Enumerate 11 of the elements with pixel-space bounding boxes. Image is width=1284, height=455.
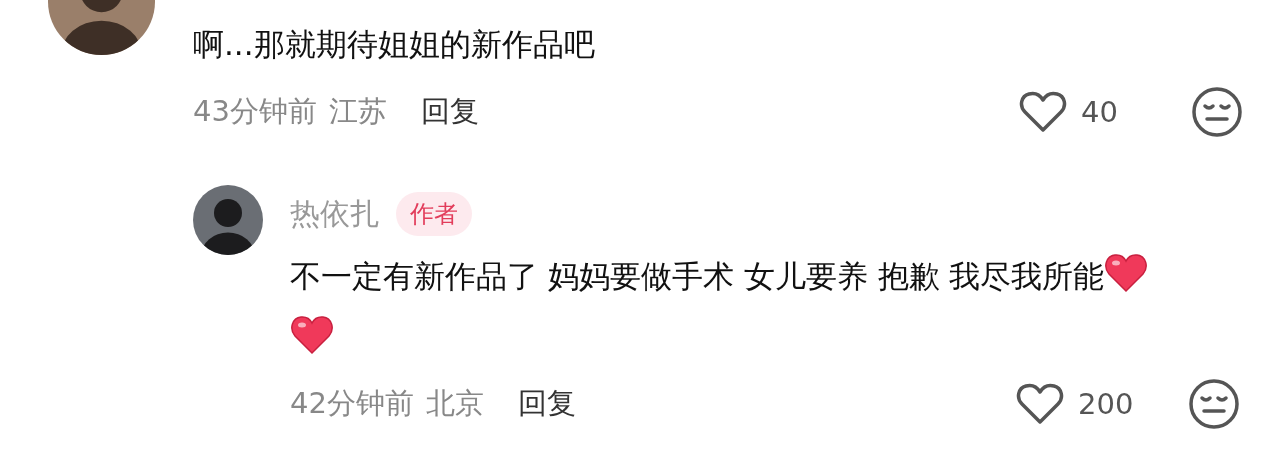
comment-location: 江苏 <box>328 93 387 130</box>
like-count: 40 <box>1081 95 1119 129</box>
like-count: 200 <box>1078 387 1135 421</box>
reply-link[interactable]: 回复 <box>420 92 479 132</box>
reply-location: 北京 <box>425 385 484 422</box>
comment-text: 啊...那就期待姐姐的新作品吧 <box>193 25 596 64</box>
author-badge: 作者 <box>396 192 472 236</box>
reply-text: 不一定有新作品了 妈妈要做手术 女儿要养 抱歉 我尽我所能 <box>290 245 1190 369</box>
comment-time: 43分钟前 <box>193 93 317 130</box>
reply-link[interactable]: 回复 <box>517 384 576 424</box>
reply-time: 42分钟前 <box>290 385 414 422</box>
